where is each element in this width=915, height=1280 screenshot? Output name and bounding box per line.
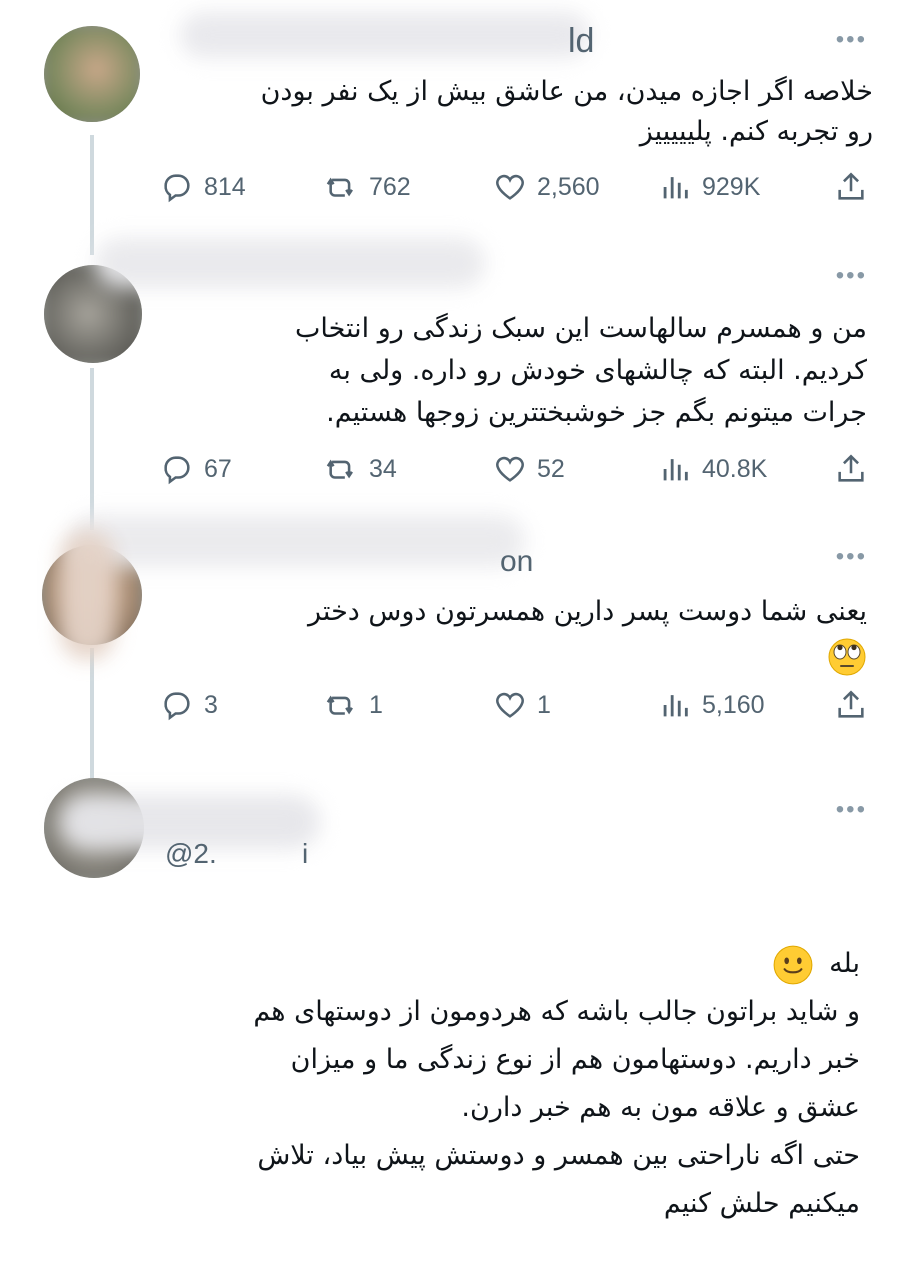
more-options-icon[interactable]: ••• — [836, 262, 867, 290]
tweet-text: من و همسرم سالهاست این سبک زندگی رو انتخ… — [294, 313, 867, 428]
thread-line — [90, 368, 94, 530]
share-button[interactable] — [834, 452, 868, 490]
retweet-icon — [326, 695, 353, 715]
tweet-actions: 67 34 52 40.8K — [160, 452, 870, 492]
analytics-icon — [663, 459, 688, 481]
retweet-button[interactable]: 34 — [325, 452, 397, 486]
reply-icon — [164, 456, 190, 485]
more-options-icon[interactable]: ••• — [836, 26, 867, 54]
tweet-text: بله و شاید براتون جالب باشه که هردومون ا… — [80, 940, 860, 1228]
reply-button[interactable]: 814 — [160, 170, 246, 204]
reply-count: 814 — [204, 172, 246, 201]
reply-count: 67 — [204, 454, 232, 483]
retweet-count: 34 — [369, 454, 397, 483]
analytics-icon — [663, 695, 688, 717]
reply-count: 3 — [204, 690, 218, 719]
reply-icon — [164, 692, 190, 721]
analytics-icon — [663, 177, 688, 199]
display-name-redacted — [70, 515, 525, 567]
handle-fragment: on — [500, 545, 534, 578]
like-button[interactable]: 2,560 — [493, 170, 600, 204]
reply-button[interactable]: 3 — [160, 688, 218, 722]
tweet-actions: 3 1 1 5,160 — [160, 688, 870, 728]
like-count: 52 — [537, 454, 565, 483]
handle-fragment-end: i — [302, 838, 309, 869]
thread-line — [90, 648, 94, 778]
avatar-redaction — [60, 530, 115, 660]
views-count: 5,160 — [702, 690, 765, 719]
eye-roll-face-icon — [828, 638, 866, 675]
thread-line — [90, 135, 94, 255]
tweet-text: خلاصه اگر اجازه میدن، من عاشق بیش از یک … — [260, 76, 873, 147]
handle-fragment: ld — [568, 22, 595, 60]
views-count: 40.8K — [702, 454, 768, 483]
views-button[interactable]: 929K — [658, 170, 760, 204]
retweet-button[interactable]: 762 — [325, 170, 411, 204]
retweet-icon — [326, 459, 353, 479]
display-name-redacted — [95, 238, 485, 288]
tweet-actions: 814 762 2,560 929K — [160, 170, 870, 210]
share-icon — [838, 172, 864, 200]
retweet-count: 762 — [369, 172, 411, 201]
retweet-button[interactable]: 1 — [325, 688, 383, 722]
avatar[interactable] — [44, 26, 140, 122]
heart-icon — [496, 692, 524, 718]
retweet-count: 1 — [369, 690, 383, 719]
share-button[interactable] — [834, 170, 868, 208]
display-name-redacted — [180, 12, 590, 58]
tweet-text: یعنی شما دوست پسر دارین همسرتون دوس دختر — [167, 590, 867, 678]
share-button[interactable] — [834, 688, 868, 726]
share-icon — [838, 454, 864, 482]
reply-button[interactable]: 67 — [160, 452, 232, 486]
like-count: 1 — [537, 690, 551, 719]
views-count: 929K — [702, 172, 761, 201]
like-button[interactable]: 1 — [493, 688, 551, 722]
views-button[interactable]: 5,160 — [658, 688, 765, 722]
views-button[interactable]: 40.8K — [658, 452, 767, 486]
more-options-icon[interactable]: ••• — [836, 543, 867, 571]
retweet-icon — [326, 177, 353, 197]
like-count: 2,560 — [537, 172, 600, 201]
heart-icon — [496, 456, 524, 482]
share-icon — [838, 690, 864, 718]
slightly-smiling-face-icon — [774, 945, 813, 984]
reply-icon — [164, 174, 190, 203]
like-button[interactable]: 52 — [493, 452, 565, 486]
handle-fragment: @2. — [165, 838, 217, 869]
more-options-icon[interactable]: ••• — [836, 796, 867, 824]
heart-icon — [496, 174, 524, 200]
